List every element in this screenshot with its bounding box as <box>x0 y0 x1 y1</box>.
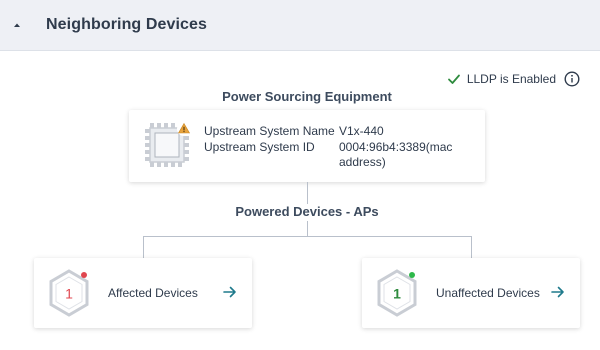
check-icon <box>447 74 460 84</box>
access-point-hex-icon: 1 <box>377 269 417 317</box>
caret-up-icon[interactable] <box>12 20 22 30</box>
success-status-dot <box>409 272 415 278</box>
affected-count: 1 <box>65 286 73 302</box>
info-icon[interactable] <box>564 71 580 87</box>
connector-line <box>307 221 308 236</box>
arrow-right-icon[interactable] <box>550 284 566 300</box>
affected-devices-card[interactable]: 1 Affected Devices <box>34 258 252 328</box>
system-id-label: Upstream System ID <box>204 140 315 154</box>
pse-title: Power Sourcing Equipment <box>222 89 392 104</box>
connector-line <box>471 236 472 258</box>
switch-chip-icon <box>145 122 191 167</box>
unaffected-devices-card[interactable]: 1 Unaffected Devices <box>362 258 580 328</box>
lldp-status-text: LLDP is Enabled <box>466 72 556 86</box>
unaffected-count: 1 <box>393 286 401 302</box>
arrow-right-icon[interactable] <box>222 284 238 300</box>
access-point-hex-icon: 1 <box>49 269 89 317</box>
powered-devices-title: Powered Devices - APs <box>235 204 379 219</box>
section-title: Neighboring Devices <box>46 16 208 33</box>
system-name-value: V1x-440 <box>339 124 384 138</box>
lldp-status: LLDP is Enabled <box>447 69 580 89</box>
unaffected-devices-label: Unaffected Devices <box>436 286 540 300</box>
section-header: Neighboring Devices <box>0 0 600 51</box>
connector-line <box>307 182 308 204</box>
affected-devices-label: Affected Devices <box>108 286 198 300</box>
connector-line <box>143 236 472 237</box>
connector-line <box>143 236 144 258</box>
system-name-label: Upstream System Name <box>204 124 335 138</box>
system-id-value: 0004:96b4:3389(mac address) <box>339 140 453 169</box>
error-status-dot <box>81 272 87 278</box>
